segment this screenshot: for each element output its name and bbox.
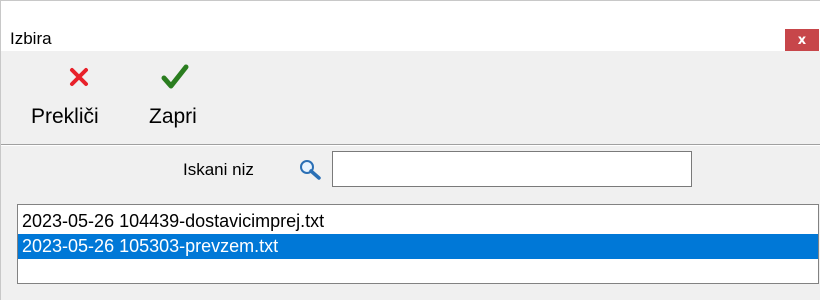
toolbar-divider <box>1 144 820 146</box>
magnifier-icon <box>298 158 324 182</box>
dialog-window: Izbira x Prekliči Zapri Iskani niz 2023-… <box>0 0 820 300</box>
confirm-label: Zapri <box>149 105 197 128</box>
close-window-button[interactable]: x <box>785 29 819 51</box>
search-label: Iskani niz <box>183 160 254 179</box>
red-x-icon <box>65 63 93 91</box>
title-bar[interactable]: Izbira x <box>1 1 820 51</box>
search-input[interactable] <box>332 151 692 187</box>
toolbar: Prekliči Zapri <box>1 51 820 144</box>
green-check-icon <box>161 63 189 91</box>
cancel-label: Prekliči <box>31 105 99 128</box>
file-list[interactable]: 2023-05-26 104439-dostavicimprej.txt 202… <box>17 204 819 284</box>
window-title: Izbira <box>10 29 52 48</box>
list-item-selected[interactable]: 2023-05-26 105303-prevzem.txt <box>18 234 818 259</box>
list-item[interactable]: 2023-05-26 104439-dostavicimprej.txt <box>18 209 818 234</box>
